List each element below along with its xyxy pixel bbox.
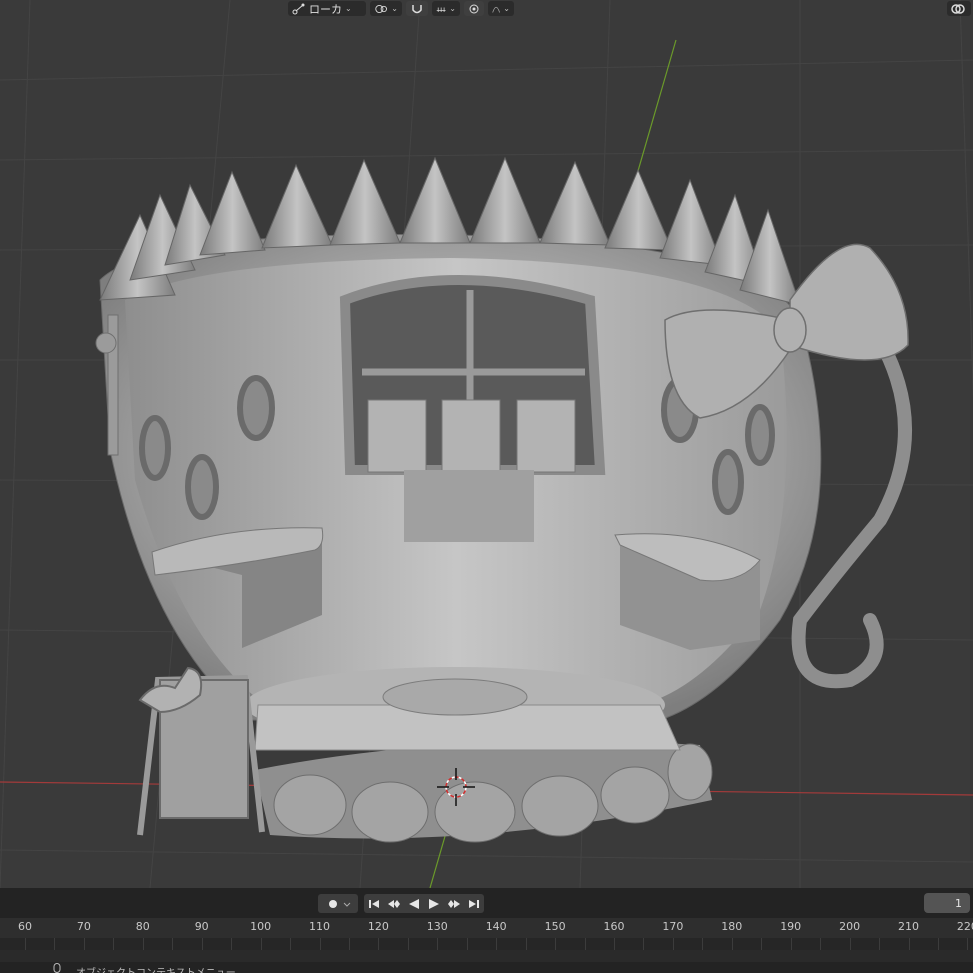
- frame-tick: [25, 938, 26, 950]
- proportional-edit-icon: [469, 4, 479, 13]
- frame-tick: [113, 938, 115, 950]
- play-reverse-icon[interactable]: [407, 898, 421, 910]
- frame-tick: [525, 938, 527, 950]
- frame-tick: [231, 938, 233, 950]
- mouse-icon: [53, 963, 61, 973]
- chevron-down-icon: ⌄: [449, 4, 456, 13]
- playback-controls: [364, 894, 484, 913]
- frame-tick: [83, 938, 85, 950]
- transform-orientation-dropdown[interactable]: ローカ ⌄: [288, 1, 366, 16]
- frame-tick-label: 60: [18, 920, 32, 933]
- frame-tick: [290, 938, 292, 950]
- pivot-icon: [375, 4, 387, 13]
- frame-tick-label: 80: [135, 920, 150, 933]
- chevron-down-icon: ⌄: [345, 4, 352, 13]
- frame-tick-label: 200: [839, 920, 861, 933]
- snap-target-dropdown[interactable]: ⌄: [432, 1, 460, 16]
- frame-tick-label: 140: [485, 920, 507, 933]
- frame-tick: [437, 938, 439, 950]
- timeline-track[interactable]: [0, 938, 973, 950]
- frame-tick: [260, 938, 262, 950]
- frame-tick-label: 180: [721, 920, 743, 933]
- menu-board-1: [367, 399, 427, 473]
- viewport-header: ローカ ⌄ ⌄ ⌄ ⌄: [288, 0, 514, 17]
- frame-tick: [643, 938, 645, 950]
- jump-start-icon[interactable]: [367, 898, 381, 910]
- frame-tick-label: 90: [194, 920, 209, 933]
- overlays-button[interactable]: [947, 1, 971, 16]
- orientation-icon: [292, 3, 305, 14]
- frame-tick: [879, 938, 881, 950]
- frame-tick: [672, 938, 674, 950]
- timeline-toolbar: 1: [0, 888, 973, 918]
- frame-tick-label: 190: [780, 920, 802, 933]
- frame-tick: [614, 938, 615, 950]
- cup-base: [255, 740, 713, 843]
- frame-tick-label: 130: [426, 920, 448, 933]
- prev-keyframe-icon[interactable]: [387, 898, 401, 910]
- chevron-down-icon: ⌄: [391, 4, 398, 13]
- frame-tick: [820, 938, 822, 950]
- proportional-edit-toggle[interactable]: [464, 1, 484, 16]
- frame-tick: [407, 938, 409, 950]
- round-platform: [382, 678, 528, 716]
- frame-ruler[interactable]: 60 70 80 90 100 110 120 130 140 150 160 170 180 190 20…: [0, 918, 973, 938]
- magnet-icon: [412, 4, 422, 13]
- menu-board-3: [516, 399, 576, 473]
- frame-tick: [731, 938, 733, 950]
- frame-tick: [584, 938, 586, 950]
- frame-tick: [849, 938, 851, 950]
- auto-keying-button[interactable]: [318, 894, 358, 913]
- frame-tick-label: 70: [76, 920, 91, 933]
- frame-tick: [555, 938, 557, 950]
- frame-tick-label: 220: [956, 920, 973, 933]
- frame-tick: [967, 938, 969, 950]
- frame-tick: [378, 938, 380, 950]
- frame-tick-label: 210: [898, 920, 919, 933]
- frame-tick: [319, 938, 321, 950]
- frame-tick-label: 110: [309, 920, 330, 933]
- frame-tick: [702, 938, 704, 950]
- frame-tick: [937, 938, 939, 950]
- current-frame-field[interactable]: 1: [924, 893, 970, 913]
- frame-tick: [142, 938, 144, 950]
- record-icon: [329, 899, 351, 908]
- back-counter: [404, 470, 534, 542]
- pivot-point-dropdown[interactable]: ⌄: [370, 1, 402, 16]
- timeline-editor: 1 60 70 80 90 100 110 120 130 140 150 160 170 180 190…: [0, 888, 973, 973]
- transform-orientation-label: ローカ: [309, 2, 342, 16]
- frame-tick-label: 120: [367, 920, 389, 933]
- frame-tick: [908, 938, 910, 950]
- frame-tick: [201, 938, 203, 950]
- frame-tick-label: 150: [544, 920, 566, 933]
- next-keyframe-icon[interactable]: [447, 898, 461, 910]
- viewport-gizmo-toggle[interactable]: [947, 0, 971, 17]
- play-icon[interactable]: [427, 898, 441, 910]
- frame-tick-label: 170: [662, 920, 684, 933]
- frame-tick-label: 100: [250, 920, 272, 933]
- jump-end-icon[interactable]: [467, 898, 481, 910]
- frame-tick: [348, 938, 350, 950]
- falloff-curve-icon: [492, 6, 500, 13]
- frame-tick: [496, 938, 498, 950]
- scene: [0, 0, 973, 888]
- snap-toggle[interactable]: [406, 1, 428, 16]
- frame-tick: [761, 938, 763, 950]
- sandwich-signboard: [137, 666, 265, 836]
- overlays-icon: [951, 3, 965, 14]
- frame-tick-label: 160: [603, 920, 625, 933]
- proportional-falloff-dropdown[interactable]: ⌄: [488, 1, 514, 16]
- status-bar: オブジェクトコンテキストメニュー: [0, 962, 973, 973]
- frame-tick: [790, 938, 792, 950]
- frame-tick: [172, 938, 174, 950]
- 3d-viewport[interactable]: ローカ ⌄ ⌄ ⌄ ⌄: [0, 0, 973, 888]
- status-message: オブジェクトコンテキストメニュー: [76, 964, 236, 973]
- frame-tick: [466, 938, 468, 950]
- chevron-down-icon: ⌄: [503, 4, 510, 13]
- menu-board-2: [441, 399, 501, 473]
- snap-increment-icon: [436, 7, 446, 12]
- frame-tick: [54, 938, 56, 950]
